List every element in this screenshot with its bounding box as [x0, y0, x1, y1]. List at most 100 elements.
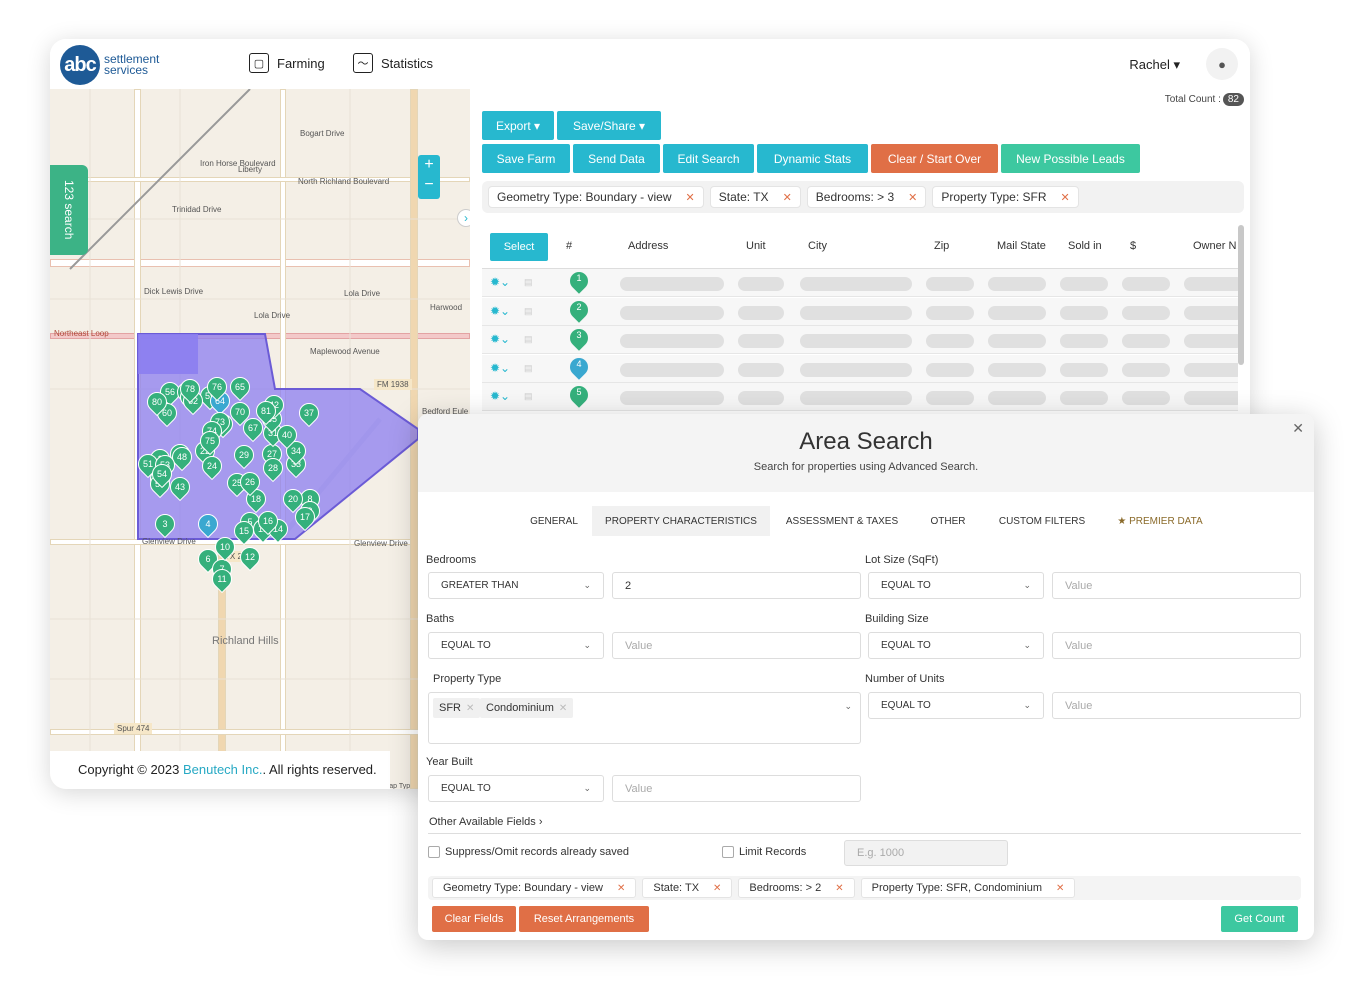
gear-icon[interactable]: ✹⌄: [490, 361, 510, 375]
filter-chip-label: Bedrooms: > 3: [815, 190, 895, 204]
get-count-button[interactable]: Get Count: [1221, 906, 1298, 932]
close-icon[interactable]: ✕: [908, 191, 917, 204]
close-icon[interactable]: ✕: [617, 883, 625, 894]
close-icon[interactable]: ✕: [1292, 420, 1304, 437]
year-built-value-input[interactable]: Value: [612, 775, 861, 802]
map-marker-label: 16: [262, 516, 273, 526]
search-side-tab[interactable]: 123 search: [50, 165, 88, 255]
baths-operator-select[interactable]: EQUAL TO ⌄: [428, 632, 604, 659]
table-row[interactable]: ✹⌄ ▤ 2: [482, 296, 1238, 326]
tab-custom-filters[interactable]: CUSTOM FILTERS: [992, 506, 1092, 536]
units-value-input[interactable]: Value: [1052, 692, 1301, 719]
lot-size-operator-select[interactable]: EQUAL TO ⌄: [868, 572, 1044, 599]
zoom-in-button[interactable]: +: [418, 155, 440, 175]
column-header[interactable]: Sold in: [1068, 240, 1102, 252]
company-link[interactable]: Benutech Inc.: [183, 762, 263, 777]
edit-search-button[interactable]: Edit Search: [663, 144, 754, 173]
column-header[interactable]: Owner N: [1193, 240, 1236, 252]
map-marker-label: 76: [211, 382, 222, 392]
company-logo[interactable]: abc settlement services: [60, 45, 159, 85]
remove-tag-icon[interactable]: ✕: [559, 703, 567, 714]
year-built-operator-select[interactable]: EQUAL TO ⌄: [428, 775, 604, 802]
column-header[interactable]: #: [566, 240, 572, 252]
limit-records-input[interactable]: E.g. 1000: [844, 840, 1008, 866]
gear-icon[interactable]: ✹⌄: [490, 389, 510, 403]
gear-icon[interactable]: ✹⌄: [490, 332, 510, 346]
loading-placeholder: [1184, 277, 1238, 291]
column-header[interactable]: Mail State: [997, 240, 1046, 252]
lot-size-value-input[interactable]: Value: [1052, 572, 1301, 599]
export-button[interactable]: Export ▾: [482, 111, 554, 140]
farming-icon: ▢: [249, 53, 269, 73]
limit-records-checkbox[interactable]: Limit Records: [722, 846, 806, 858]
tab-premier-data[interactable]: ★ PREMIER DATA: [1110, 506, 1210, 536]
gear-icon[interactable]: ✹⌄: [490, 275, 510, 289]
table-scrollbar[interactable]: [1238, 225, 1244, 365]
nav-statistics[interactable]: 〜 Statistics: [353, 53, 433, 73]
dynamic-stats-button[interactable]: Dynamic Stats: [757, 144, 868, 173]
remove-tag-icon[interactable]: ✕: [466, 703, 474, 714]
user-menu[interactable]: Rachel ▾: [1129, 57, 1180, 73]
suppress-checkbox[interactable]: Suppress/Omit records already saved: [428, 846, 629, 858]
tab-assessment-taxes[interactable]: ASSESSMENT & TAXES: [778, 506, 906, 536]
loading-placeholder: [1122, 391, 1170, 405]
map[interactable]: Bogart Drive North Richland Boulevard Tr…: [50, 89, 470, 789]
avatar[interactable]: ●: [1206, 48, 1238, 80]
property-type-multiselect[interactable]: SFR ✕ Condominium ✕ ⌄: [428, 692, 861, 744]
column-header[interactable]: Unit: [746, 240, 766, 252]
note-icon[interactable]: ▤: [524, 363, 533, 374]
note-icon[interactable]: ▤: [524, 334, 533, 345]
save-share-button[interactable]: Save/Share ▾: [557, 111, 661, 140]
column-header[interactable]: Address: [628, 240, 668, 252]
filter-chip: Bedrooms: > 3 ✕: [806, 186, 927, 208]
modal-subtitle: Search for properties using Advanced Sea…: [753, 461, 979, 473]
table-row[interactable]: ✹⌄ ▤ 4: [482, 353, 1238, 383]
other-available-fields-toggle[interactable]: Other Available Fields ›: [429, 816, 543, 828]
baths-value-input[interactable]: Value: [612, 632, 861, 659]
tab-other[interactable]: OTHER: [918, 506, 978, 536]
nav-farming[interactable]: ▢ Farming: [249, 53, 325, 73]
expand-panel-button[interactable]: ›: [457, 209, 470, 227]
note-icon[interactable]: ▤: [524, 277, 533, 288]
filter-chip-label: State: TX: [653, 882, 700, 894]
tab-property-characteristics[interactable]: PROPERTY CHARACTERISTICS: [592, 506, 770, 536]
column-header[interactable]: City: [808, 240, 827, 252]
filter-chip: Geometry Type: Boundary - view ✕: [432, 878, 637, 898]
tab-general[interactable]: GENERAL: [518, 506, 590, 536]
street-label: Northeast Loop: [54, 329, 109, 338]
units-operator-select[interactable]: EQUAL TO ⌄: [868, 692, 1044, 719]
note-icon[interactable]: ▤: [524, 391, 533, 402]
column-header[interactable]: $: [1130, 240, 1136, 252]
building-size-operator-select[interactable]: EQUAL TO ⌄: [868, 632, 1044, 659]
modal-active-filters: Geometry Type: Boundary - view ✕ State: T…: [428, 876, 1301, 900]
table-header: Select # Address Unit City Zip Mail Stat…: [482, 225, 1238, 269]
table-row[interactable]: ✹⌄ ▤ 1: [482, 268, 1238, 297]
send-data-button[interactable]: Send Data: [573, 144, 660, 173]
new-possible-leads-button[interactable]: New Possible Leads: [1001, 144, 1140, 173]
save-farm-button[interactable]: Save Farm: [482, 144, 570, 173]
gear-icon[interactable]: ✹⌄: [490, 304, 510, 318]
close-icon[interactable]: ✕: [835, 883, 843, 894]
clear-fields-button[interactable]: Clear Fields: [432, 906, 516, 932]
building-size-value-input[interactable]: Value: [1052, 632, 1301, 659]
close-icon[interactable]: ✕: [713, 883, 721, 894]
bedrooms-operator-select[interactable]: GREATER THAN ⌄: [428, 572, 604, 599]
clear-start-over-button[interactable]: Clear / Start Over: [871, 144, 998, 173]
loading-placeholder: [1184, 305, 1238, 320]
close-icon[interactable]: ✕: [1056, 883, 1064, 894]
bedrooms-value-input[interactable]: 2: [612, 572, 861, 599]
zoom-out-button[interactable]: −: [418, 175, 440, 195]
loading-placeholder: [800, 334, 912, 348]
filter-chip: State: TX ✕: [642, 878, 733, 898]
select-all-button[interactable]: Select: [490, 233, 548, 261]
table-row[interactable]: ✹⌄ ▤ 5: [482, 382, 1238, 411]
note-icon[interactable]: ▤: [524, 306, 533, 317]
close-icon[interactable]: ✕: [686, 191, 695, 204]
close-icon[interactable]: ✕: [783, 191, 792, 204]
close-icon[interactable]: ✕: [1061, 191, 1070, 204]
column-header[interactable]: Zip: [934, 240, 949, 252]
table-row[interactable]: ✹⌄ ▤ 3: [482, 325, 1238, 354]
logo-line2: services: [104, 63, 149, 77]
reset-arrangements-button[interactable]: Reset Arrangements: [519, 906, 649, 932]
loading-placeholder: [800, 277, 912, 291]
